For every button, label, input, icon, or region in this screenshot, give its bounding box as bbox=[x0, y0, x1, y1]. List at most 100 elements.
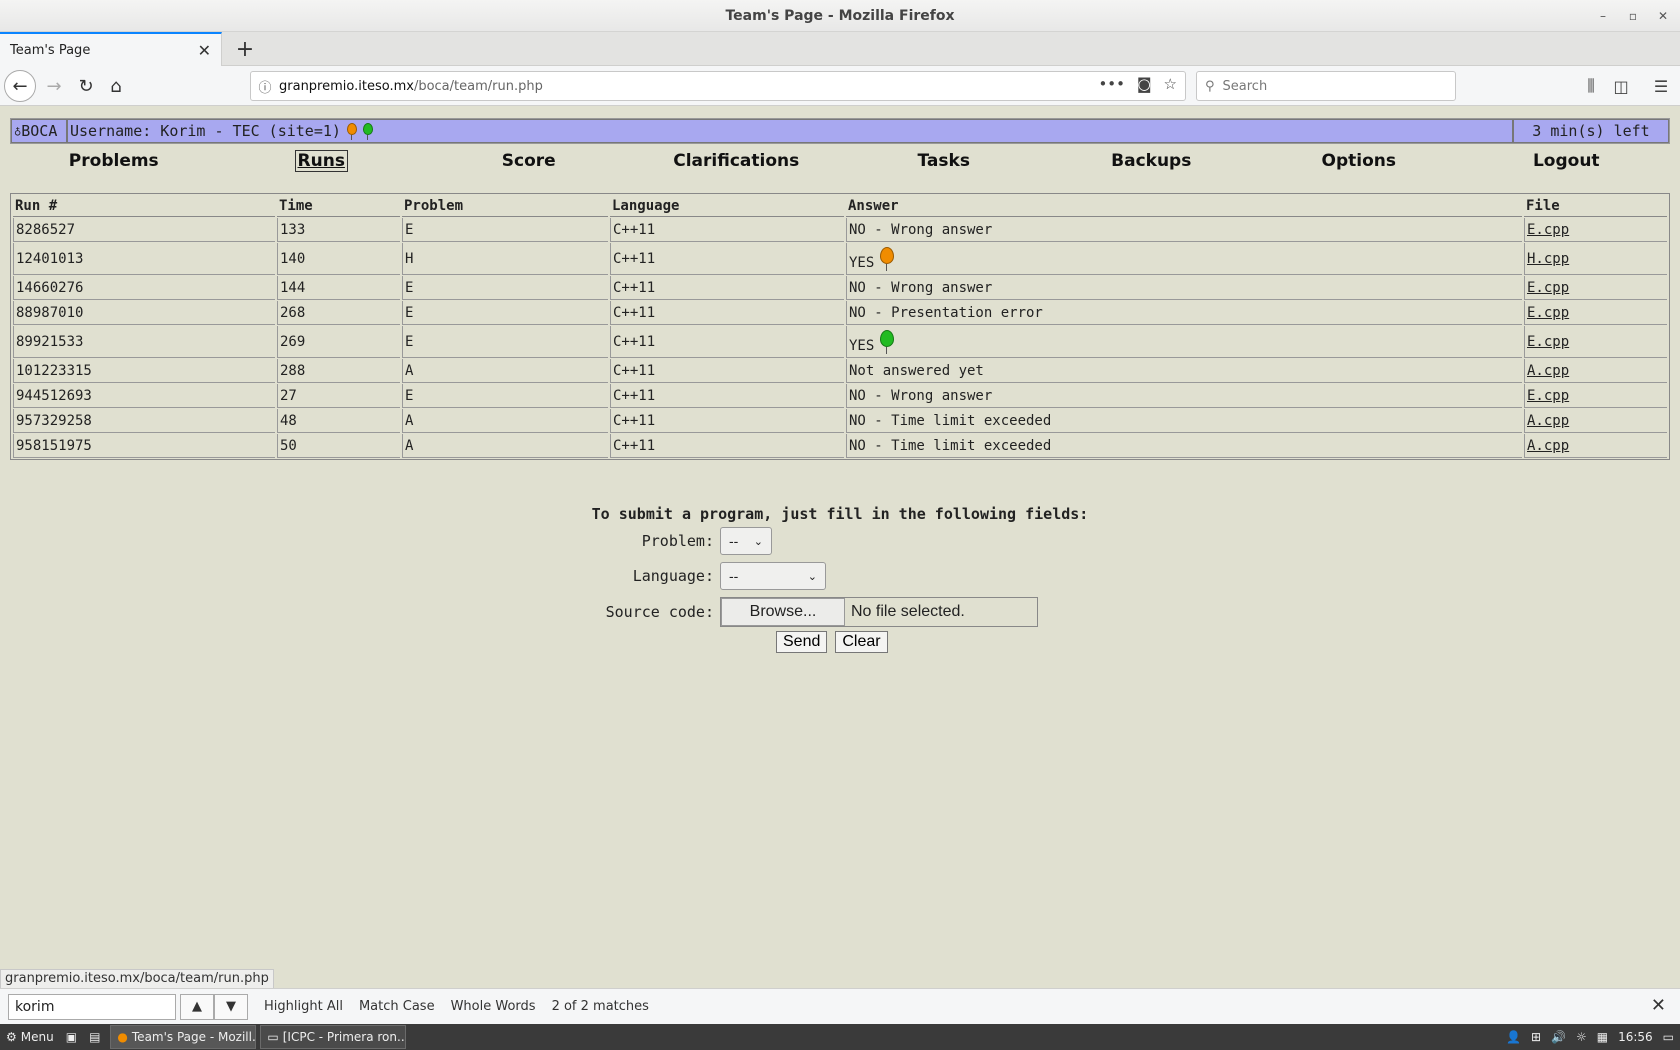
menu-problems[interactable]: Problems bbox=[10, 151, 218, 177]
search-input[interactable]: ⚲ Search bbox=[1196, 71, 1456, 101]
bookmark-star-icon[interactable]: ☆ bbox=[1164, 75, 1177, 93]
language-row: Language: -- ⌄ bbox=[520, 562, 826, 590]
system-tray: 👤 ⊞ 🔊 ☼ ▦ 16:56 ▭ bbox=[1506, 1024, 1674, 1050]
file-cell[interactable]: E.cpp bbox=[1524, 326, 1667, 358]
os-taskbar: ⚙ Menu ▣ ▤ ● Team's Page - Mozill... ▭ [… bbox=[0, 1024, 1680, 1050]
tab-teams-page[interactable]: Team's Page ✕ bbox=[0, 32, 222, 66]
close-find-bar-icon[interactable]: ✕ bbox=[1651, 995, 1666, 1016]
clear-button[interactable]: Clear bbox=[835, 631, 888, 653]
menu-problems-label: Problems bbox=[68, 151, 159, 171]
display-icon[interactable]: ▭ bbox=[1663, 1030, 1674, 1044]
file-cell[interactable]: E.cpp bbox=[1524, 276, 1667, 300]
file-cell[interactable]: E.cpp bbox=[1524, 301, 1667, 325]
menu-logout[interactable]: Logout bbox=[1463, 151, 1671, 177]
menu-backups[interactable]: Backups bbox=[1048, 151, 1256, 177]
file-cell[interactable]: A.cpp bbox=[1524, 409, 1667, 433]
taskbar-window-folder[interactable]: ▭ [ICPC - Primera ron... bbox=[260, 1025, 407, 1049]
time-left-cell: 3 min(s) left bbox=[1513, 119, 1669, 143]
col-header-language: Language bbox=[610, 195, 844, 217]
file-link[interactable]: H.cpp bbox=[1527, 251, 1569, 267]
answer-text: YES bbox=[849, 337, 875, 354]
file-link[interactable]: E.cpp bbox=[1527, 280, 1569, 296]
file-link[interactable]: E.cpp bbox=[1527, 305, 1569, 321]
file-link[interactable]: E.cpp bbox=[1527, 222, 1569, 238]
menu-score[interactable]: Score bbox=[425, 151, 633, 177]
source-file-input[interactable]: Browse... No file selected. bbox=[720, 597, 1038, 627]
table-row: 88987010 268 E C++11 NO - Presentation error… bbox=[13, 301, 1667, 325]
status-link-url: granpremio.iteso.mx/boca/team/run.php bbox=[0, 969, 274, 989]
start-menu-button[interactable]: ⚙ Menu bbox=[0, 1025, 60, 1049]
run-number-cell: 8286527 bbox=[13, 218, 275, 242]
taskbar-window-firefox[interactable]: ● Team's Page - Mozill... bbox=[110, 1025, 257, 1049]
page-actions-icon[interactable]: ••• bbox=[1098, 75, 1125, 93]
send-button[interactable]: Send bbox=[776, 631, 828, 653]
new-tab-icon[interactable]: + bbox=[232, 36, 258, 62]
language-cell: C++11 bbox=[610, 434, 844, 458]
boca-header: ♁ BOCA Username: Korim - TEC (site=1) 3 m… bbox=[10, 118, 1670, 144]
highlight-all-option[interactable]: Highlight All bbox=[264, 999, 343, 1014]
file-link[interactable]: A.cpp bbox=[1527, 363, 1569, 379]
find-previous-icon[interactable]: ▲ bbox=[180, 993, 214, 1020]
navigation-toolbar: ← → ↻ ⌂ ⓘ granpremio.iteso.mx/boca/team/… bbox=[0, 66, 1680, 106]
file-cell[interactable]: A.cpp bbox=[1524, 359, 1667, 383]
forward-arrow-icon[interactable]: → bbox=[38, 70, 70, 102]
answer-text: NO - Time limit exceeded bbox=[849, 437, 1052, 454]
table-row: 8286527 133 E C++11 NO - Wrong answer E.cpp bbox=[13, 218, 1667, 242]
pocket-icon[interactable]: ◙ bbox=[1137, 75, 1152, 93]
find-next-icon[interactable]: ▼ bbox=[214, 993, 248, 1020]
taskbar-window-label: Team's Page - Mozill... bbox=[131, 1030, 257, 1044]
minimize-button[interactable]: – bbox=[1588, 0, 1618, 32]
table-row: 957329258 48 A C++11 NO - Time limit exceede… bbox=[13, 409, 1667, 433]
menu-clarifications[interactable]: Clarifications bbox=[633, 151, 841, 177]
brightness-icon[interactable]: ☼ bbox=[1576, 1030, 1587, 1044]
problem-select[interactable]: -- ⌄ bbox=[720, 527, 772, 555]
file-manager-launcher-icon[interactable]: ▣ bbox=[60, 1025, 83, 1049]
back-arrow-icon[interactable]: ← bbox=[4, 70, 36, 102]
clipboard-icon[interactable]: ▦ bbox=[1597, 1030, 1608, 1044]
url-bar[interactable]: ⓘ granpremio.iteso.mx/boca/team/run.php … bbox=[250, 71, 1186, 101]
file-cell[interactable]: E.cpp bbox=[1524, 218, 1667, 242]
boca-logo[interactable]: ♁ BOCA bbox=[11, 119, 67, 143]
file-cell[interactable]: E.cpp bbox=[1524, 384, 1667, 408]
time-left: 3 min(s) left bbox=[1532, 122, 1650, 140]
username-cell: Username: Korim - TEC (site=1) bbox=[67, 119, 1513, 143]
clock: 16:56 bbox=[1618, 1030, 1653, 1044]
menu-clarifications-label: Clarifications bbox=[673, 151, 800, 171]
network-icon[interactable]: ⊞ bbox=[1531, 1030, 1541, 1044]
home-icon[interactable]: ⌂ bbox=[100, 70, 132, 102]
menu-tasks[interactable]: Tasks bbox=[840, 151, 1048, 177]
file-link[interactable]: A.cpp bbox=[1527, 413, 1569, 429]
hamburger-menu-icon[interactable]: ☰ bbox=[1646, 70, 1676, 102]
problem-label: Problem: bbox=[641, 532, 714, 550]
language-cell: C++11 bbox=[610, 409, 844, 433]
volume-icon[interactable]: 🔊 bbox=[1551, 1030, 1566, 1044]
browse-button[interactable]: Browse... bbox=[721, 598, 845, 626]
start-menu-label: Menu bbox=[20, 1030, 54, 1044]
col-header-problem: Problem bbox=[402, 195, 608, 217]
reload-icon[interactable]: ↻ bbox=[70, 70, 102, 102]
site-info-icon[interactable]: ⓘ bbox=[251, 77, 279, 96]
file-cell[interactable]: A.cpp bbox=[1524, 434, 1667, 458]
whole-words-option[interactable]: Whole Words bbox=[451, 999, 536, 1014]
close-tab-icon[interactable]: ✕ bbox=[198, 41, 211, 60]
user-icon[interactable]: 👤 bbox=[1506, 1030, 1521, 1044]
answer-cell: NO - Wrong answer bbox=[846, 218, 1522, 242]
find-input[interactable]: korim bbox=[8, 993, 176, 1020]
folder-launcher-icon[interactable]: ▤ bbox=[83, 1025, 106, 1049]
file-link[interactable]: E.cpp bbox=[1527, 334, 1569, 350]
language-select[interactable]: -- ⌄ bbox=[720, 562, 826, 590]
sidebar-icon[interactable]: ◫ bbox=[1606, 70, 1636, 102]
problem-cell: A bbox=[402, 359, 608, 383]
match-case-option[interactable]: Match Case bbox=[359, 999, 435, 1014]
file-cell[interactable]: H.cpp bbox=[1524, 243, 1667, 275]
close-window-button[interactable]: ✕ bbox=[1648, 0, 1678, 32]
col-header-file: File bbox=[1524, 195, 1667, 217]
balloon-icon bbox=[880, 246, 895, 271]
file-link[interactable]: A.cpp bbox=[1527, 438, 1569, 454]
menu-options[interactable]: Options bbox=[1255, 151, 1463, 177]
menu-runs[interactable]: Runs bbox=[218, 150, 426, 177]
file-link[interactable]: E.cpp bbox=[1527, 388, 1569, 404]
maximize-button[interactable]: ▫ bbox=[1618, 0, 1648, 32]
answer-cell: NO - Presentation error bbox=[846, 301, 1522, 325]
library-icon[interactable]: ⫼ bbox=[1576, 70, 1606, 102]
